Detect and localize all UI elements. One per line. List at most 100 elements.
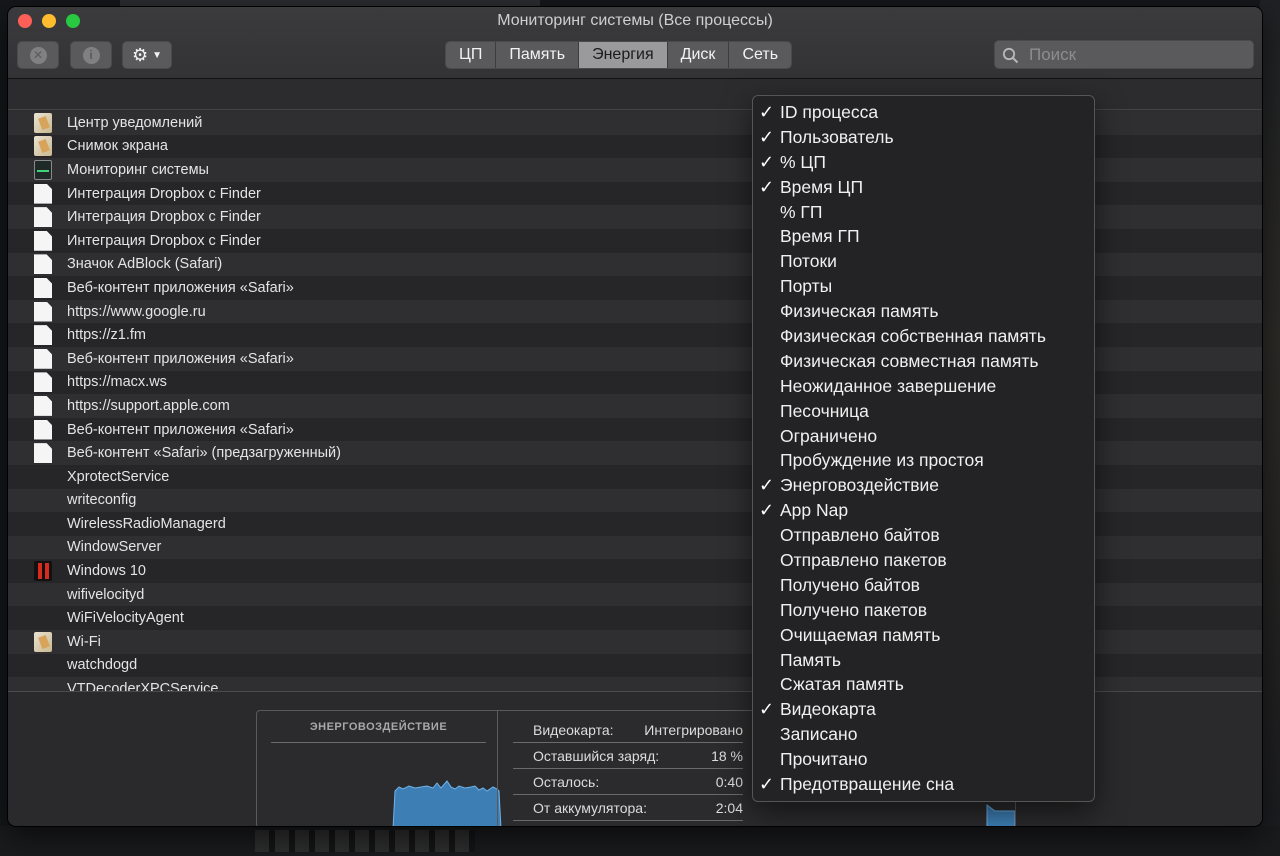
menu-item-column-24[interactable]: ✓ Видеокарта [753,697,1094,722]
search-input[interactable] [1029,45,1244,65]
menu-item-label: Время ГП [780,226,860,247]
process-icon [34,136,52,157]
menu-item-label: Очищаемая память [780,624,941,645]
action-menu-button[interactable]: ⚙ ▼ [122,41,172,69]
menu-item-column-8[interactable]: Физическая память [753,299,1094,324]
process-icon [34,325,52,346]
menu-item-column-26[interactable]: Прочитано [753,747,1094,772]
process-icon [34,631,52,652]
process-name: https://z1.fm [67,327,146,344]
menu-item-label: Отправлено байтов [780,525,940,546]
process-icon [34,277,52,298]
process-icon [34,183,52,204]
menu-item-column-12[interactable]: Песочница [753,399,1094,424]
tab-0[interactable]: ЦП [446,42,497,68]
process-name: WirelessRadioManagerd [67,515,226,532]
menu-item-column-6[interactable]: Потоки [753,249,1094,274]
process-icon [34,372,52,393]
process-name: VTDecoderXPCService [67,681,219,691]
search-field[interactable] [994,40,1254,69]
menu-item-column-23[interactable]: Сжатая память [753,672,1094,697]
column-visibility-menu: ✓ ID процесса ✓ Пользователь ✓% ЦП ✓ Время ЦП%… [752,95,1095,802]
menu-item-column-18[interactable]: Отправлено пакетов [753,548,1094,573]
process-icon [34,585,52,605]
menu-item-column-27[interactable]: ✓ Предотвращение сна [753,772,1094,797]
menu-item-label: % ЦП [780,151,826,172]
menu-item-label: Порты [780,276,833,297]
process-name: Веб-контент «Safari» (предзагруженный) [67,445,341,462]
process-name: Центр уведомлений [67,114,203,131]
menu-item-column-4[interactable]: % ГП [753,200,1094,225]
energy-stat-row: Осталось: 0:40 [513,769,743,795]
checkmark-icon: ✓ [759,176,775,197]
tab-2[interactable]: Энергия [579,42,668,68]
menu-item-column-15[interactable]: ✓ Энерговоздействие [753,473,1094,498]
menu-item-label: Сжатая память [780,674,904,695]
stop-process-button[interactable]: ✕ [17,41,59,69]
menu-item-column-10[interactable]: Физическая совместная память [753,349,1094,374]
menu-item-column-13[interactable]: Ограничено [753,424,1094,449]
tab-4[interactable]: Сеть [729,42,792,68]
menu-item-column-1[interactable]: ✓ Пользователь [753,125,1094,150]
menu-item-label: Ограничено [780,425,878,446]
menu-item-column-9[interactable]: Физическая собственная память [753,324,1094,349]
energy-stat-value: 2:04 [715,800,743,816]
checkmark-icon: ✓ [759,774,775,795]
tab-1[interactable]: Память [496,42,580,68]
process-icon [34,230,52,251]
menu-item-column-7[interactable]: Порты [753,274,1094,299]
process-icon [34,254,52,275]
menu-item-column-17[interactable]: Отправлено байтов [753,523,1094,548]
process-name: Интеграция Dropbox с Finder [67,185,261,202]
menu-item-label: Энерговоздействие [780,475,940,496]
checkmark-icon: ✓ [759,475,775,496]
menu-item-label: Получено байтов [780,574,920,595]
process-icon [34,112,52,133]
energy-stat-label: От аккумулятора: [533,800,647,816]
process-name: https://support.apple.com [67,397,230,414]
menu-item-column-19[interactable]: Получено байтов [753,573,1094,598]
menu-item-column-22[interactable]: Память [753,648,1094,673]
process-name: XprotectService [67,468,170,485]
menu-item-column-25[interactable]: Записано [753,722,1094,747]
battery-graph-area [986,804,1015,826]
process-icon [34,655,52,675]
tab-3[interactable]: Диск [667,42,730,68]
process-icon [34,490,52,510]
menu-item-column-21[interactable]: Очищаемая память [753,623,1094,648]
chevron-down-icon: ▼ [152,49,163,61]
menu-item-column-20[interactable]: Получено пакетов [753,598,1094,623]
menu-item-label: Получено пакетов [780,599,928,620]
process-icon [34,537,52,557]
panel-divider [497,711,498,826]
menu-item-column-0[interactable]: ✓ ID процесса [753,100,1094,125]
menu-item-column-11[interactable]: Неожиданное завершение [753,374,1094,399]
menu-item-label: Предотвращение сна [780,774,955,795]
energy-stat-value: 18 % [711,748,743,764]
energy-stat-label: Видеокарта: [533,722,614,738]
info-icon: i [82,46,100,64]
process-icon [34,395,52,416]
menu-item-label: Физическая память [780,301,939,322]
process-icon [34,159,52,180]
inspect-process-button[interactable]: i [70,41,112,69]
process-name: Веб-контент приложения «Safari» [67,421,294,438]
menu-item-column-14[interactable]: Пробуждение из простоя [753,448,1094,473]
checkmark-icon: ✓ [759,699,775,720]
menu-item-column-16[interactable]: ✓ App Nap [753,498,1094,523]
menu-item-column-2[interactable]: ✓% ЦП [753,150,1094,175]
menu-item-label: Физическая совместная память [780,350,1039,371]
process-name: Windows 10 [67,563,146,580]
energy-impact-graph [392,780,502,826]
process-icon [34,301,52,322]
process-name: Интеграция Dropbox с Finder [67,209,261,226]
menu-item-column-5[interactable]: Время ГП [753,224,1094,249]
energy-stat-value: 0:40 [715,774,743,790]
desktop-background-bottom [0,826,1280,856]
process-icon [34,443,52,464]
energy-stat-label: Оставшийся заряд: [533,748,660,764]
menu-item-label: Потоки [780,251,837,272]
menu-item-column-3[interactable]: ✓ Время ЦП [753,175,1094,200]
process-icon [34,207,52,228]
process-name: Значок AdBlock (Safari) [67,256,223,273]
